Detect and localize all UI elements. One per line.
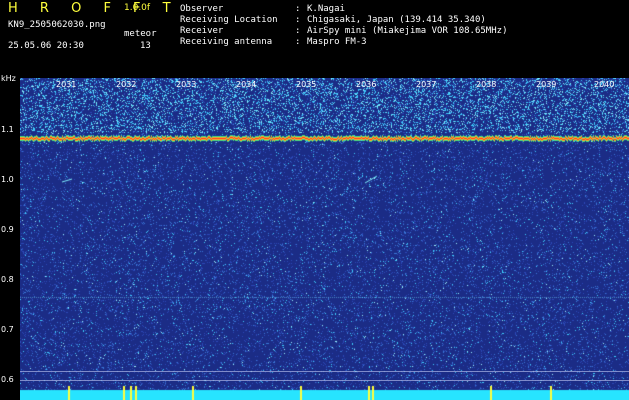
x-tick-label: 2036 [356, 80, 377, 89]
x-tick-label: 2035 [296, 80, 317, 89]
spectrogram [20, 78, 629, 400]
x-tick-label: 2037 [416, 80, 437, 89]
y-tick-label: 1.1 [1, 125, 14, 134]
y-tick-label: 0.6 [1, 375, 14, 384]
date-time: 25.05.06 20:30 [8, 41, 84, 51]
meteor-label: meteor [124, 29, 157, 39]
x-tick-label: 2038 [476, 80, 497, 89]
grid-line [20, 371, 629, 372]
app-version: 1.0.0f [124, 3, 151, 13]
info-antenna: Receiving antenna: Maspro FM-3 [180, 37, 367, 47]
x-tick-label: 2032 [116, 80, 137, 89]
y-tick-label: 0.9 [1, 225, 14, 234]
y-tick-label: 0.7 [1, 325, 14, 334]
x-tick-label: 2040 [594, 80, 615, 89]
x-tick-label: 2039 [536, 80, 557, 89]
x-tick-label: 2034 [236, 80, 257, 89]
meteor-count: 13 [140, 41, 151, 51]
y-tick-label: 1.0 [1, 175, 14, 184]
grid-line [20, 380, 629, 381]
spectrogram-canvas [20, 78, 629, 400]
header-panel: H R O F F T 1.0.0f KN9_2505062030.png me… [0, 0, 629, 75]
y-tick-label: 0.8 [1, 275, 14, 284]
app-brand: H R O F F T [8, 1, 180, 16]
file-name: KN9_2505062030.png [8, 20, 106, 30]
x-tick-label: 2033 [176, 80, 197, 89]
x-tick-label: 2031 [56, 80, 77, 89]
y-axis-unit: kHz [1, 74, 16, 83]
